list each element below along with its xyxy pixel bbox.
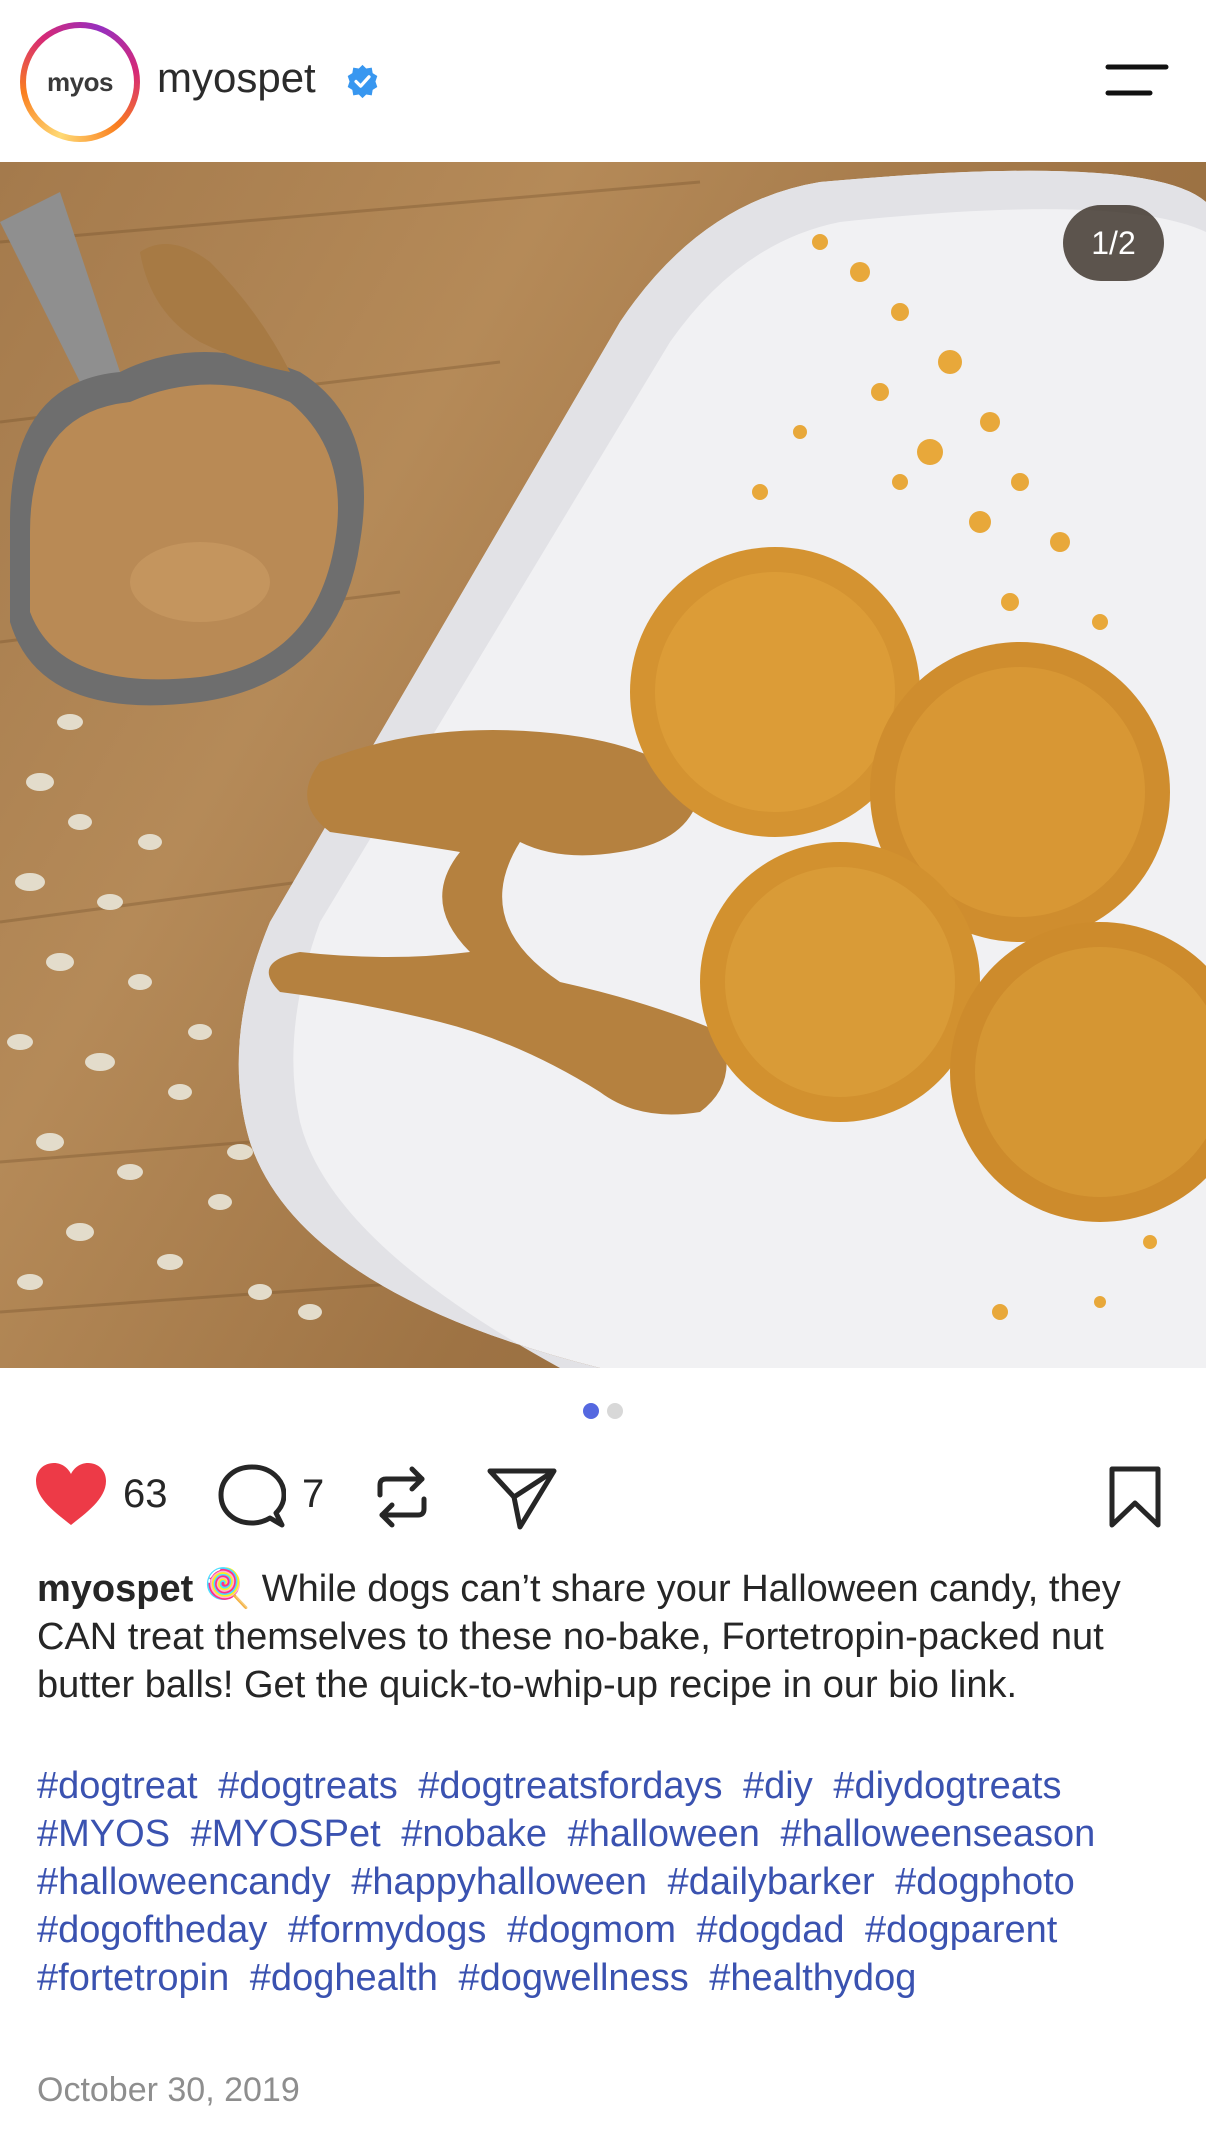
- hashtag-link[interactable]: #formydogs: [288, 1909, 487, 1951]
- avatar[interactable]: myos: [20, 22, 140, 142]
- verified-check-icon: [347, 64, 378, 99]
- hashtag-link[interactable]: #MYOSPet: [191, 1813, 381, 1855]
- hashtag-link[interactable]: #nobake: [401, 1813, 547, 1855]
- hashtag-link[interactable]: #dogtreatsfordays: [418, 1765, 722, 1807]
- hashtag-link[interactable]: #dogtreat: [37, 1765, 198, 1807]
- post-caption: myospet 🍭 While dogs can’t share your Ha…: [37, 1565, 1177, 1709]
- hashtag-link[interactable]: #dailybarker: [668, 1861, 875, 1903]
- hashtag-link[interactable]: #dogparent: [865, 1909, 1057, 1951]
- bookmark-icon[interactable]: [1108, 1465, 1162, 1529]
- repost-icon[interactable]: [372, 1465, 432, 1529]
- hashtag-link[interactable]: #doghealth: [250, 1957, 438, 1999]
- carousel-dot-1[interactable]: [583, 1403, 599, 1419]
- hashtag-link[interactable]: #halloweencandy: [37, 1861, 331, 1903]
- hashtag-list: #dogtreat #dogtreats #dogtreatsfordays #…: [37, 1762, 1187, 2002]
- comment-count[interactable]: 7: [302, 1472, 324, 1517]
- hamburger-menu-icon[interactable]: [1104, 58, 1170, 104]
- post-date: October 30, 2019: [37, 2071, 300, 2109]
- image-counter: 1/2: [1063, 205, 1164, 281]
- hashtag-link[interactable]: #dogdad: [697, 1909, 845, 1951]
- action-bar: 63 7: [0, 1455, 1206, 1535]
- hashtag-link[interactable]: #dogwellness: [458, 1957, 688, 1999]
- hashtag-link[interactable]: #MYOS: [37, 1813, 170, 1855]
- caption-text: While dogs can’t share your Halloween ca…: [37, 1568, 1121, 1706]
- food-photo-illustration: [0, 170, 1206, 1368]
- avatar-inner: myos: [26, 28, 134, 136]
- hashtag-link[interactable]: #healthydog: [709, 1957, 916, 1999]
- avatar-logo-text: myos: [47, 66, 113, 97]
- comment-bubble-icon[interactable]: [218, 1463, 286, 1529]
- heart-filled-icon[interactable]: [34, 1461, 108, 1527]
- carousel-dot-2[interactable]: [607, 1403, 623, 1419]
- carousel-dots: [0, 1403, 1206, 1423]
- like-count[interactable]: 63: [123, 1472, 168, 1517]
- lollipop-emoji: 🍭: [203, 1568, 252, 1610]
- hashtag-link[interactable]: #dogtreats: [218, 1765, 398, 1807]
- share-paper-plane-icon[interactable]: [486, 1465, 558, 1531]
- hashtag-link[interactable]: #fortetropin: [37, 1957, 229, 1999]
- hashtag-link[interactable]: #dogphoto: [895, 1861, 1075, 1903]
- hashtag-link[interactable]: #diy: [743, 1765, 813, 1807]
- caption-username[interactable]: myospet: [37, 1568, 193, 1610]
- hashtag-link[interactable]: #halloweenseason: [780, 1813, 1095, 1855]
- post-header: myos myospet: [0, 0, 1206, 162]
- hashtag-link[interactable]: #happyhalloween: [351, 1861, 647, 1903]
- hashtag-link[interactable]: #diydogtreats: [833, 1765, 1061, 1807]
- hashtag-link[interactable]: #dogmom: [507, 1909, 676, 1951]
- post-image[interactable]: [0, 162, 1206, 1368]
- hashtag-link[interactable]: #dogoftheday: [37, 1909, 267, 1951]
- username[interactable]: myospet: [157, 54, 316, 102]
- hashtag-link[interactable]: #halloween: [568, 1813, 760, 1855]
